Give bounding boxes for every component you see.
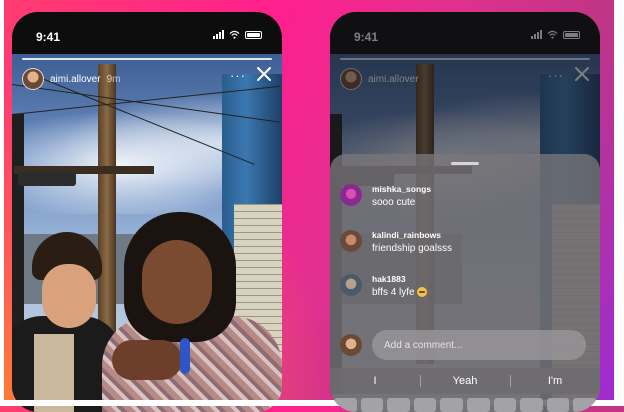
comment-username[interactable]: hak1883 (372, 274, 427, 284)
keyboard-key[interactable] (387, 398, 410, 412)
keyboard-key[interactable] (546, 398, 570, 412)
comment-text: friendship goalsss (372, 243, 453, 254)
phone-comments-view: 9:41 aimi.allover ··· mishka_songs sooo … (330, 12, 600, 412)
comment-composer (340, 330, 586, 360)
cellular-signal-icon (213, 30, 224, 39)
comments-sheet[interactable]: mishka_songs sooo cute kalindi_rainbows … (330, 154, 600, 412)
battery-icon (245, 30, 262, 39)
story-progress-bar (22, 58, 272, 60)
utility-pole (98, 64, 116, 364)
add-comment-input[interactable] (372, 330, 586, 360)
more-options-icon[interactable]: ··· (230, 68, 246, 83)
status-time: 9:41 (36, 30, 61, 44)
keyboard-row (334, 398, 596, 412)
suggestion-2[interactable]: Yeah (420, 368, 510, 394)
comment-item[interactable]: mishka_songs sooo cute (340, 184, 431, 208)
sheet-drag-handle[interactable] (451, 162, 479, 165)
story-photo[interactable] (12, 54, 282, 412)
keyboard-key[interactable] (440, 398, 463, 412)
commenter-avatar[interactable] (340, 274, 362, 296)
wifi-icon (229, 30, 240, 39)
keyboard-key[interactable] (520, 398, 543, 412)
keyboard-suggestion-bar: I Yeah I'm (330, 368, 600, 394)
comment-text: bffs 4 lyfe (372, 287, 427, 298)
my-avatar (340, 334, 362, 356)
avatar[interactable] (22, 68, 44, 90)
suggestion-1[interactable]: I (330, 368, 420, 394)
keyboard-key[interactable] (573, 398, 596, 412)
comment-item[interactable]: kalindi_rainbows friendship goalsss (340, 230, 452, 254)
story-username[interactable]: aimi.allover (50, 74, 101, 85)
suggestion-3[interactable]: I'm (510, 368, 600, 394)
keyboard-key[interactable] (466, 398, 490, 412)
keyboard-key[interactable] (334, 398, 357, 412)
comment-username[interactable]: kalindi_rainbows (372, 230, 452, 240)
keyboard-key[interactable] (413, 398, 437, 412)
status-bar: 9:41 (12, 12, 282, 54)
keyboard-key[interactable] (360, 398, 384, 412)
story-header[interactable]: aimi.allover 9m (22, 68, 120, 90)
close-icon[interactable] (256, 66, 272, 82)
comment-text: sooo cute (372, 197, 416, 208)
story-timestamp: 9m (106, 73, 121, 85)
phone-story-view: 9:41 aimi.allover 9m ··· (12, 12, 282, 412)
commenter-avatar[interactable] (340, 230, 362, 252)
comment-item[interactable]: hak1883 bffs 4 lyfe (340, 274, 427, 298)
grimace-emoji-icon (416, 287, 427, 298)
keyboard-key[interactable] (493, 398, 517, 412)
comment-username[interactable]: mishka_songs (372, 184, 431, 194)
commenter-avatar[interactable] (340, 184, 362, 206)
